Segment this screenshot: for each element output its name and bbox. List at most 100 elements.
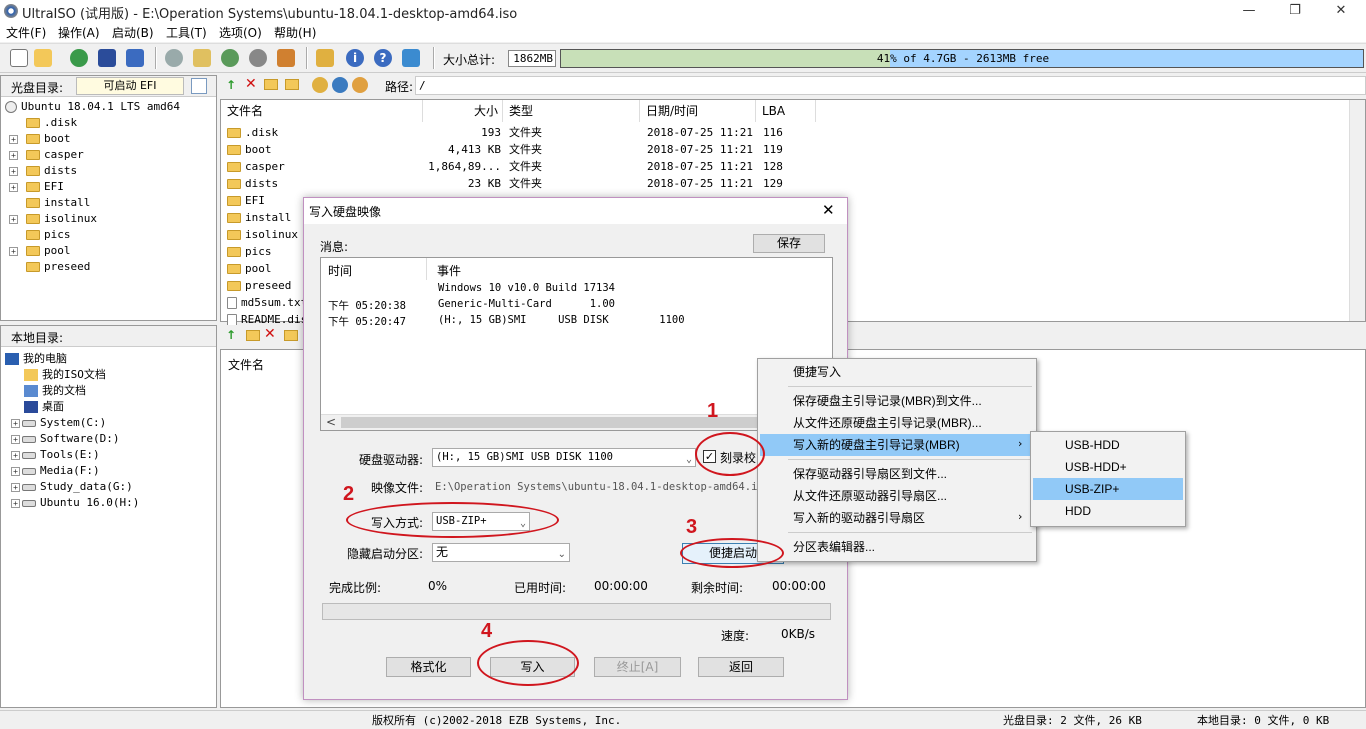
make-cd-image-icon[interactable] xyxy=(165,49,183,67)
menu-tools[interactable]: 工具(T) xyxy=(166,24,207,41)
disc-tree-item[interactable]: preseed xyxy=(5,259,216,275)
submenu-usb-hdd[interactable]: USB-HDD xyxy=(1033,434,1183,456)
local-tree-item[interactable]: 我的电脑 xyxy=(5,351,216,367)
menu-options[interactable]: 选项(O) xyxy=(219,24,262,41)
format-button[interactable]: 格式化 xyxy=(386,657,471,677)
hidden-boot-partition-select[interactable]: 无 ⌄ xyxy=(432,543,570,562)
disc-tree-root[interactable]: Ubuntu 18.04.1 LTS amd64 xyxy=(5,99,216,115)
dialog-close-button[interactable]: ✕ xyxy=(822,201,835,219)
disc-tree-item[interactable]: + dists xyxy=(5,163,216,179)
local-delete-icon[interactable]: ✕ xyxy=(264,326,276,342)
save-log-button[interactable]: 保存 xyxy=(753,234,825,253)
column-header-size[interactable]: 大小 xyxy=(423,100,503,122)
menu-item-restore-mbr[interactable]: 从文件还原硬盘主引导记录(MBR)... xyxy=(760,412,1034,434)
gear-icon[interactable] xyxy=(332,77,348,93)
expand-icon[interactable]: + xyxy=(9,214,18,224)
local-new-folder-icon[interactable] xyxy=(246,330,260,341)
extract-icon[interactable] xyxy=(193,49,211,67)
properties-icon[interactable] xyxy=(191,78,207,94)
refresh-icon[interactable] xyxy=(352,77,368,93)
disc-tree-item[interactable]: + pool xyxy=(5,243,216,259)
info-icon[interactable]: i xyxy=(346,49,364,67)
menu-item-partition-editor[interactable]: 分区表编辑器... xyxy=(760,536,1034,558)
capacity-bar[interactable]: 41% of 4.7GB - 2613MB free xyxy=(560,49,1364,68)
menu-help[interactable]: 帮助(H) xyxy=(274,24,316,41)
expand-icon[interactable]: + xyxy=(9,134,18,144)
burn-icon[interactable] xyxy=(249,49,267,67)
menu-item-restore-boot-sector[interactable]: 从文件还原驱动器引导扇区... xyxy=(760,485,1034,507)
file-row[interactable]: .disk 193 文件夹 2018-07-25 11:21 116 xyxy=(227,124,927,141)
local-tree-item[interactable]: 我的ISO文档 xyxy=(5,367,216,383)
menu-item-save-mbr[interactable]: 保存硬盘主引导记录(MBR)到文件... xyxy=(760,390,1034,412)
column-header-datetime[interactable]: 日期/时间 xyxy=(640,100,756,122)
local-tree-item[interactable]: + System(C:) xyxy=(5,415,216,431)
submenu-usb-hdd-plus[interactable]: USB-HDD+ xyxy=(1033,456,1183,478)
local-tree-item[interactable]: + Media(F:) xyxy=(5,463,216,479)
expand-icon[interactable]: + xyxy=(9,246,18,256)
column-header-lba[interactable]: LBA xyxy=(756,100,816,122)
expand-icon[interactable]: + xyxy=(9,182,18,192)
mount-icon[interactable] xyxy=(277,49,295,67)
menu-item-write-new-mbr[interactable]: 写入新的硬盘主引导记录(MBR) xyxy=(760,434,1034,456)
expand-icon[interactable]: + xyxy=(11,498,20,508)
local-tree-item[interactable]: + Tools(E:) xyxy=(5,447,216,463)
disc-tree-item[interactable]: install xyxy=(5,195,216,211)
new-folder-icon[interactable] xyxy=(264,79,278,90)
minimize-button[interactable]: — xyxy=(1226,0,1272,22)
file-row[interactable]: boot 4,413 KB 文件夹 2018-07-25 11:21 119 xyxy=(227,141,927,158)
register-icon[interactable] xyxy=(402,49,420,67)
column-header-type[interactable]: 类型 xyxy=(503,100,640,122)
column-header-filename[interactable]: 文件名 xyxy=(221,100,423,122)
boot-file-icon[interactable] xyxy=(312,77,328,93)
help-icon[interactable]: ? xyxy=(374,49,392,67)
compress-icon[interactable] xyxy=(221,49,239,67)
local-folder-icon[interactable] xyxy=(284,330,298,341)
log-horizontal-scrollbar[interactable]: < xyxy=(321,414,832,430)
submenu-usb-zip-plus[interactable]: USB-ZIP+ xyxy=(1033,478,1183,500)
menu-actions[interactable]: 操作(A) xyxy=(58,24,100,41)
menu-item-quick-write[interactable]: 便捷写入 xyxy=(760,361,1034,383)
new-icon[interactable] xyxy=(10,49,28,67)
expand-icon[interactable]: + xyxy=(11,466,20,476)
local-tree-item[interactable]: 桌面 xyxy=(5,399,216,415)
image-file-field[interactable]: E:\Operation Systems\ubuntu-18.04.1-desk… xyxy=(432,479,757,498)
disc-tree-item[interactable]: + boot xyxy=(5,131,216,147)
disk-drive-select[interactable]: (H:, 15 GB)SMI USB DISK 1100 ⌄ xyxy=(432,448,696,467)
expand-icon[interactable]: + xyxy=(11,434,20,444)
expand-icon[interactable]: + xyxy=(9,150,18,160)
file-row[interactable]: casper 1,864,89... 文件夹 2018-07-25 11:21 128 xyxy=(227,158,927,175)
back-button[interactable]: 返回 xyxy=(698,657,784,677)
rename-folder-icon[interactable] xyxy=(285,79,299,90)
menu-item-write-new-boot-sector[interactable]: 写入新的驱动器引导扇区 xyxy=(760,507,1034,529)
path-field[interactable]: / xyxy=(415,76,1366,95)
abort-button[interactable]: 终止[A] xyxy=(594,657,681,677)
expand-icon[interactable]: + xyxy=(11,450,20,460)
up-arrow-icon[interactable]: ↑ xyxy=(226,78,236,92)
expand-icon[interactable]: + xyxy=(9,166,18,176)
reload-icon[interactable] xyxy=(70,49,88,67)
disc-tree-item[interactable]: .disk xyxy=(5,115,216,131)
save-icon[interactable] xyxy=(98,49,116,67)
open-icon[interactable] xyxy=(34,49,52,67)
menu-item-save-boot-sector[interactable]: 保存驱动器引导扇区到文件... xyxy=(760,463,1034,485)
local-up-arrow-icon[interactable]: ↑ xyxy=(226,328,236,342)
disc-tree-item[interactable]: pics xyxy=(5,227,216,243)
maximize-button[interactable]: ❐ xyxy=(1272,0,1318,22)
disc-tree-item[interactable]: + isolinux xyxy=(5,211,216,227)
local-column-filename[interactable]: 文件名 xyxy=(228,356,264,373)
disc-tree-item[interactable]: + casper xyxy=(5,147,216,163)
local-tree-item[interactable]: 我的文档 xyxy=(5,383,216,399)
ultraiso-app-icon[interactable] xyxy=(4,4,18,18)
local-tree-item[interactable]: + Ubuntu 16.0(H:) xyxy=(5,495,216,511)
local-tree-item[interactable]: + Software(D:) xyxy=(5,431,216,447)
options-icon[interactable] xyxy=(316,49,334,67)
submenu-hdd[interactable]: HDD xyxy=(1033,500,1183,522)
delete-icon[interactable]: ✕ xyxy=(245,76,257,92)
close-button[interactable]: ✕ xyxy=(1318,0,1364,22)
file-row[interactable]: dists 23 KB 文件夹 2018-07-25 11:21 129 xyxy=(227,175,927,192)
expand-icon[interactable]: + xyxy=(11,482,20,492)
menu-file[interactable]: 文件(F) xyxy=(6,24,46,41)
local-tree-item[interactable]: + Study_data(G:) xyxy=(5,479,216,495)
menu-bootable[interactable]: 启动(B) xyxy=(112,24,154,41)
disc-tree-item[interactable]: + EFI xyxy=(5,179,216,195)
